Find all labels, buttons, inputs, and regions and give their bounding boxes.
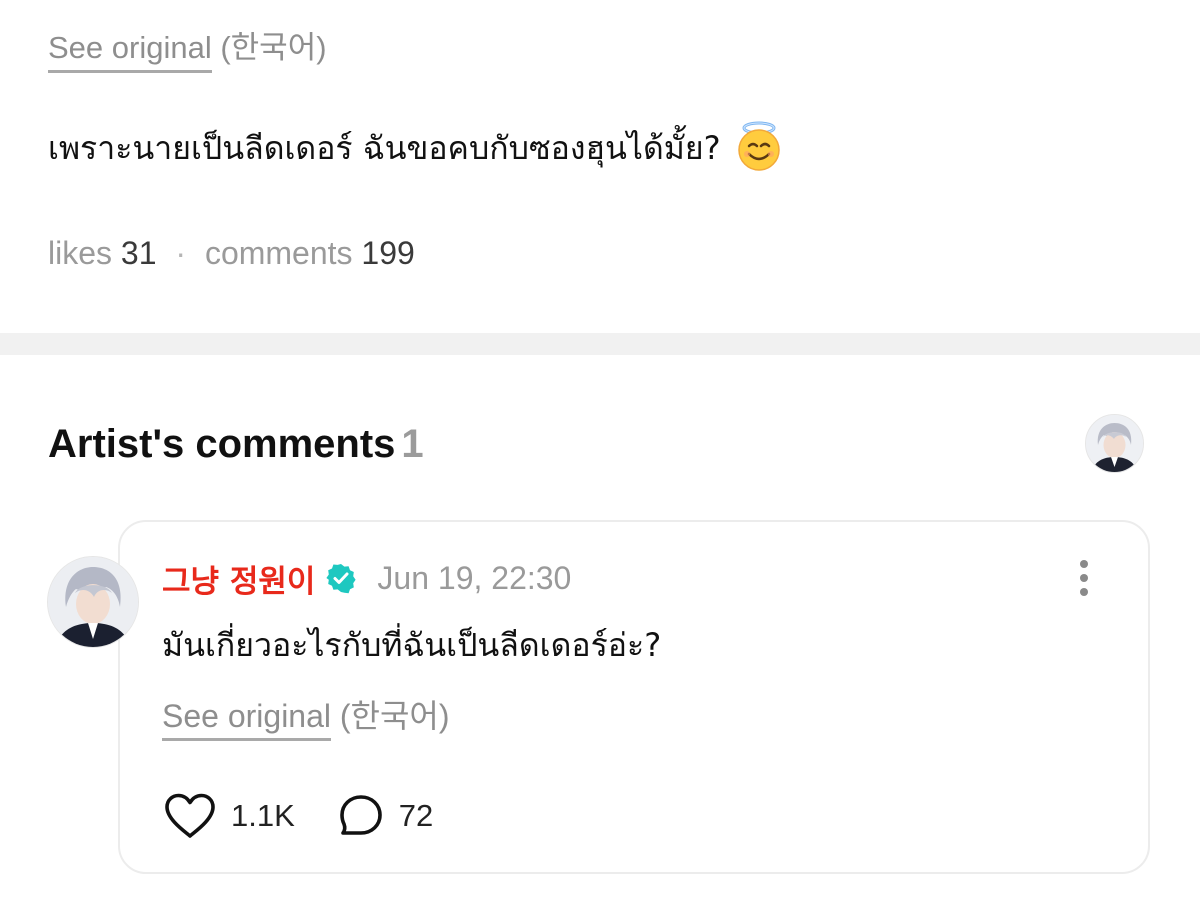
comment-author-portrait-image [48,557,138,647]
artist-comments-count: 1 [401,422,424,466]
post-translation-toggle: See original (한국어) [48,28,327,73]
comment-original-language: (한국어) [339,698,450,734]
comment-translation-toggle: See original (한국어) [162,696,450,741]
comments-count[interactable]: 199 [361,235,414,271]
post-detail-page: See original (한국어) เพราะนายเป็นลีดเดอร์ … [0,0,1200,912]
comment-text: มันเกี่ยวอะไรกับที่ฉันเป็นลีดเดอร์อ่ะ? [162,626,662,664]
post-see-original-link[interactable]: See original [48,28,212,73]
comments-label[interactable]: comments [205,235,353,271]
comment-see-original-link[interactable]: See original [162,696,331,741]
smiling-face-with-halo-icon [737,121,780,171]
artist-comments-title: Artist's comments 1 [48,418,424,470]
post-body: เพราะนายเป็นลีดเดอร์ ฉันขอคบกับซองฮุนได้… [48,121,783,176]
likes-label[interactable]: likes [48,235,112,271]
comment-author-avatar[interactable] [47,556,139,648]
verified-badge-icon [326,564,357,594]
like-button[interactable]: 1.1K [163,792,295,840]
post-original-language: (한국어) [220,30,327,65]
comment-author-name[interactable]: 그냥 정원이 [162,556,315,601]
artist-avatar[interactable] [1085,414,1144,473]
post-body-text: เพราะนายเป็นลีดเดอร์ ฉันขอคบกับซองฮุนได้… [48,129,721,167]
section-divider [0,333,1200,355]
stats-separator: · [175,235,187,271]
speech-bubble-outline-icon [339,795,382,835]
artist-portrait-image [1086,415,1143,472]
reply-count: 72 [398,798,434,833]
reply-button[interactable]: 72 [337,792,433,840]
comment-actions: 1.1K 72 [163,792,433,840]
artist-comments-title-text: Artist's comments [48,422,396,466]
heart-outline-icon [165,793,215,838]
comment-timestamp: Jun 19, 22:30 [377,559,572,596]
likes-count[interactable]: 31 [121,235,157,271]
post-stats: likes 31 · comments 199 [48,232,415,274]
comment-header: 그냥 정원이 Jun 19, 22:30 [162,556,572,601]
like-count: 1.1K [231,798,295,833]
more-vertical-icon[interactable] [1070,558,1098,598]
